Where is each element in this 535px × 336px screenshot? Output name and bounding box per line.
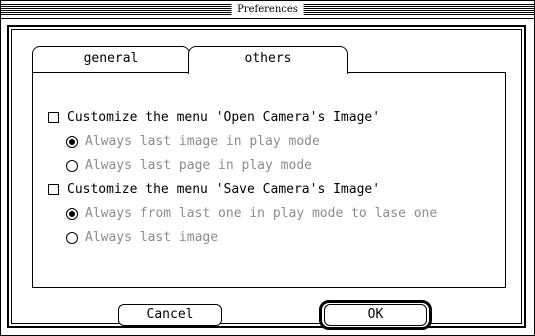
window-title: Preferences: [231, 2, 304, 17]
tab-general[interactable]: general: [32, 46, 190, 72]
customize-save-camera-image-checkbox[interactable]: [48, 184, 59, 195]
save-last-image-label: Always last image: [85, 230, 219, 245]
title-bar[interactable]: Preferences: [1, 1, 534, 19]
save-from-last-one-label: Always from last one in play mode to las…: [85, 206, 438, 221]
open-last-image-play-mode-radio[interactable]: [66, 136, 78, 148]
tab-others-label: others: [244, 51, 292, 66]
cancel-button[interactable]: Cancel: [118, 304, 222, 326]
customize-open-camera-image-checkbox[interactable]: [48, 112, 59, 123]
tab-panel-others: Customize the menu 'Open Camera's Image'…: [32, 72, 506, 288]
open-last-image-play-mode-label: Always last image in play mode: [85, 134, 320, 149]
preferences-window: Preferences general Customize the menu '…: [0, 0, 535, 336]
customize-open-camera-image-label: Customize the menu 'Open Camera's Image': [67, 110, 381, 125]
save-last-image-radio[interactable]: [66, 232, 78, 244]
dialog-content: general Customize the menu 'Open Camera'…: [1, 19, 534, 335]
customize-save-camera-image-label: Customize the menu 'Save Camera's Image': [67, 182, 381, 197]
tab-general-label: general: [83, 51, 139, 66]
open-last-page-play-mode-radio[interactable]: [66, 160, 78, 172]
open-last-page-play-mode-label: Always last page in play mode: [85, 158, 312, 173]
ok-button[interactable]: OK: [324, 304, 427, 326]
save-from-last-one-radio[interactable]: [66, 208, 78, 220]
active-tab-joint: [189, 70, 347, 73]
